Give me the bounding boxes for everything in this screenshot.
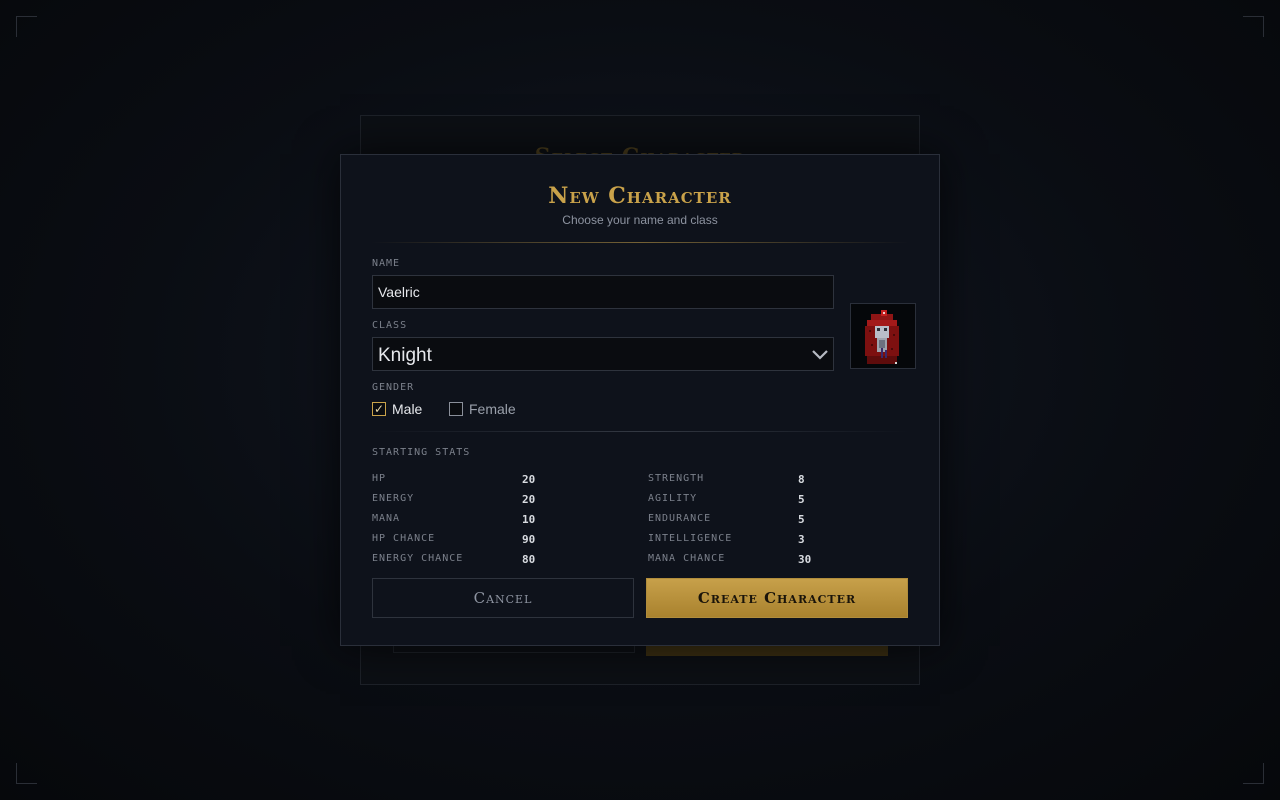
gender-female-checkbox[interactable] xyxy=(449,402,463,416)
stat-row-mana-chance: MANA CHANCE 30 xyxy=(648,553,908,567)
frame-corner-top-left xyxy=(16,16,37,37)
stat-name: ENDURANCE xyxy=(648,513,712,524)
stat-row-mana: MANA 10 xyxy=(372,513,632,527)
stat-row-strength: STRENGTH 8 xyxy=(648,473,908,487)
stat-value: 90 xyxy=(522,533,536,546)
stat-value: 20 xyxy=(522,473,536,486)
gender-male-label: Male xyxy=(392,401,423,417)
game-screen: Select Character New Character Choose yo… xyxy=(0,0,1280,800)
checkmark-icon: ✓ xyxy=(374,402,385,416)
stat-name: HP CHANCE xyxy=(372,533,436,544)
stat-value: 8 xyxy=(798,473,805,486)
stat-value: 3 xyxy=(798,533,805,546)
stat-row-endurance: ENDURANCE 5 xyxy=(648,513,908,527)
stat-value: 80 xyxy=(522,553,536,566)
frame-corner-top-right xyxy=(1243,16,1264,37)
stat-row-hp-chance: HP CHANCE 90 xyxy=(372,533,632,547)
stat-name: MANA CHANCE xyxy=(648,553,726,564)
name-label: NAME xyxy=(372,258,401,269)
stat-value: 20 xyxy=(522,493,536,506)
stat-row-intelligence: INTELLIGENCE 3 xyxy=(648,533,908,547)
stat-name: STRENGTH xyxy=(648,473,705,484)
class-label: CLASS xyxy=(372,320,408,331)
stat-row-agility: AGILITY 5 xyxy=(648,493,908,507)
new-character-dialog: New Character Choose your name and class… xyxy=(340,154,940,646)
gender-male-option[interactable]: ✓ Male xyxy=(372,400,422,418)
character-portrait xyxy=(850,303,916,369)
stat-row-energy: ENERGY 20 xyxy=(372,493,632,507)
gender-female-option[interactable]: Female xyxy=(449,400,516,418)
create-character-button[interactable]: Create Character xyxy=(646,578,908,618)
dialog-title: New Character xyxy=(548,183,732,209)
stat-row-hp: HP 20 xyxy=(372,473,632,487)
stat-value: 30 xyxy=(798,553,812,566)
gender-male-checkbox[interactable]: ✓ xyxy=(372,402,386,416)
cancel-button[interactable]: Cancel xyxy=(372,578,634,618)
name-input[interactable] xyxy=(372,275,834,309)
stat-value: 5 xyxy=(798,493,805,506)
knight-portrait-icon xyxy=(851,304,915,368)
stat-name: INTELLIGENCE xyxy=(648,533,733,544)
dialog-subtitle: Choose your name and class xyxy=(562,213,718,227)
stat-row-energy-chance: ENERGY CHANCE 80 xyxy=(372,553,632,567)
gender-label: GENDER xyxy=(372,382,415,393)
stat-value: 5 xyxy=(798,513,805,526)
frame-corner-bottom-right xyxy=(1243,763,1264,784)
class-select-value: Knight xyxy=(378,345,432,366)
stat-name: AGILITY xyxy=(648,493,698,504)
frame-corner-bottom-left xyxy=(16,763,37,784)
starting-stats-label: STARTING STATS xyxy=(372,447,471,458)
gender-female-label: Female xyxy=(469,401,516,417)
stat-name: ENERGY CHANCE xyxy=(372,553,464,564)
class-select[interactable]: Knight xyxy=(372,337,834,371)
chevron-down-icon xyxy=(811,346,829,362)
stat-name: ENERGY xyxy=(372,493,415,504)
stat-name: HP xyxy=(372,473,387,484)
title-divider xyxy=(371,242,909,243)
stat-name: MANA xyxy=(372,513,401,524)
stat-value: 10 xyxy=(522,513,536,526)
stats-divider xyxy=(371,431,909,432)
